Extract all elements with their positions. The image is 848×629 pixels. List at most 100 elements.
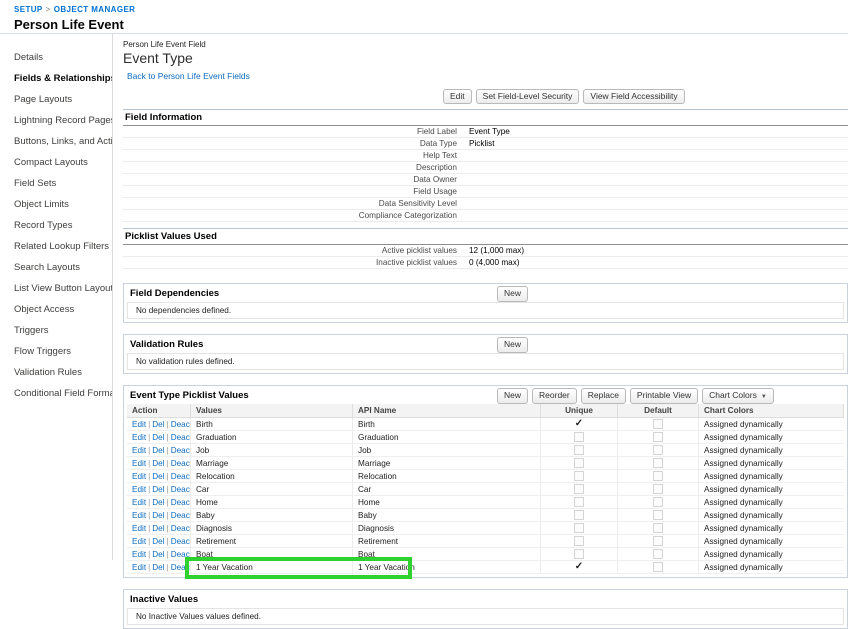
unique-cell: ✓ [541, 418, 618, 430]
edit-link[interactable]: Edit [132, 511, 146, 520]
edit-link[interactable]: Edit [132, 459, 146, 468]
action-separator: | [167, 537, 169, 546]
del-link[interactable]: Del [152, 446, 164, 455]
unique-checkbox [574, 536, 584, 546]
action-cell: Edit|Del|Deactivate [127, 548, 191, 560]
deactivate-link[interactable]: Deactivate [171, 550, 191, 559]
sidebar-item-compact-layouts[interactable]: Compact Layouts [0, 152, 112, 173]
del-link[interactable]: Del [152, 511, 164, 520]
edit-link[interactable]: Edit [132, 524, 146, 533]
edit-button[interactable]: Edit [443, 89, 472, 104]
deactivate-link[interactable]: Deactivate [171, 459, 191, 468]
del-link[interactable]: Del [152, 537, 164, 546]
set-field-level-security-button[interactable]: Set Field-Level Security [476, 89, 580, 104]
sidebar-item-details[interactable]: Details [0, 47, 112, 68]
table-row: Edit|Del|DeactivateDiagnosisDiagnosisAss… [127, 522, 844, 535]
del-link[interactable]: Del [152, 498, 164, 507]
field-dependencies-new-button[interactable]: New [497, 286, 528, 301]
field-info-value: Picklist [469, 138, 494, 149]
sidebar-item-triggers[interactable]: Triggers [0, 320, 112, 341]
edit-link[interactable]: Edit [132, 537, 146, 546]
deactivate-link[interactable]: Deactivate [171, 511, 191, 520]
del-link[interactable]: Del [152, 459, 164, 468]
unique-checkbox [574, 432, 584, 442]
del-link[interactable]: Del [152, 550, 164, 559]
sidebar-item-field-sets[interactable]: Field Sets [0, 173, 112, 194]
sidebar-item-related-lookup-filters[interactable]: Related Lookup Filters [0, 236, 112, 257]
field-dependencies-section: Field Dependencies New No dependencies d… [123, 283, 848, 323]
column-header-chart-colors: Chart Colors [699, 404, 844, 417]
column-header-action: Action [127, 404, 191, 417]
del-link[interactable]: Del [152, 563, 164, 572]
edit-link[interactable]: Edit [132, 433, 146, 442]
validation-rules-header: Validation Rules New [124, 335, 847, 352]
edit-link[interactable]: Edit [132, 498, 146, 507]
table-row: Edit|Del|DeactivateBabyBabyAssigned dyna… [127, 509, 844, 522]
picklist-replace-button[interactable]: Replace [581, 388, 626, 404]
default-cell [618, 522, 699, 534]
validation-rules-new-button[interactable]: New [497, 337, 528, 352]
default-checkbox [653, 445, 663, 455]
sidebar-item-page-layouts[interactable]: Page Layouts [0, 89, 112, 110]
default-cell [618, 418, 699, 430]
picklist-used-label: Active picklist values [123, 245, 469, 256]
api-name-cell: Diagnosis [353, 522, 541, 534]
sidebar-item-object-access[interactable]: Object Access [0, 299, 112, 320]
deactivate-link[interactable]: Deactivate [171, 485, 191, 494]
sidebar-item-lightning-record-pages[interactable]: Lightning Record Pages [0, 110, 112, 131]
breadcrumb-setup[interactable]: SETUP [14, 5, 43, 14]
del-link[interactable]: Del [152, 420, 164, 429]
picklist-reorder-button[interactable]: Reorder [532, 388, 577, 404]
deactivate-link[interactable]: Deactivate [171, 563, 191, 572]
default-cell [618, 535, 699, 547]
chart-colors-cell: Assigned dynamically [699, 509, 844, 521]
deactivate-link[interactable]: Deactivate [171, 524, 191, 533]
field-information-title: Field Information [123, 110, 848, 126]
deactivate-link[interactable]: Deactivate [171, 446, 191, 455]
action-separator: | [148, 563, 150, 572]
deactivate-link[interactable]: Deactivate [171, 498, 191, 507]
edit-link[interactable]: Edit [132, 563, 146, 572]
del-link[interactable]: Del [152, 472, 164, 481]
chart-colors-dropdown-button[interactable]: Chart Colors▼ [702, 388, 774, 404]
value-cell: Marriage [191, 457, 353, 469]
breadcrumb-object-manager[interactable]: OBJECT MANAGER [54, 5, 136, 14]
sidebar-item-list-view-button-layout[interactable]: List View Button Layout [0, 278, 112, 299]
sidebar-item-validation-rules[interactable]: Validation Rules [0, 362, 112, 383]
back-link[interactable]: Back to Person Life Event Fields [127, 71, 250, 81]
edit-link[interactable]: Edit [132, 446, 146, 455]
default-cell [618, 457, 699, 469]
edit-link[interactable]: Edit [132, 472, 146, 481]
field-info-label: Description [123, 162, 469, 173]
field-info-label: Help Text [123, 150, 469, 161]
del-link[interactable]: Del [152, 433, 164, 442]
sidebar-item-record-types[interactable]: Record Types [0, 215, 112, 236]
deactivate-link[interactable]: Deactivate [171, 472, 191, 481]
sidebar-item-buttons-links-and-actions[interactable]: Buttons, Links, and Actions [0, 131, 112, 152]
deactivate-link[interactable]: Deactivate [171, 433, 191, 442]
picklist-new-button[interactable]: New [497, 388, 528, 404]
table-row: Edit|Del|DeactivateJobJobAssigned dynami… [127, 444, 844, 457]
view-field-accessibility-button[interactable]: View Field Accessibility [583, 89, 684, 104]
field-info-value: Event Type [469, 126, 510, 137]
edit-link[interactable]: Edit [132, 550, 146, 559]
del-link[interactable]: Del [152, 524, 164, 533]
deactivate-link[interactable]: Deactivate [171, 420, 191, 429]
sidebar-item-flow-triggers[interactable]: Flow Triggers [0, 341, 112, 362]
chart-colors-cell: Assigned dynamically [699, 431, 844, 443]
del-link[interactable]: Del [152, 485, 164, 494]
deactivate-link[interactable]: Deactivate [171, 537, 191, 546]
sidebar-item-object-limits[interactable]: Object Limits [0, 194, 112, 215]
action-cell: Edit|Del|Deactivate [127, 431, 191, 443]
edit-link[interactable]: Edit [132, 420, 146, 429]
edit-link[interactable]: Edit [132, 485, 146, 494]
action-cell: Edit|Del|Deactivate [127, 522, 191, 534]
sidebar-item-search-layouts[interactable]: Search Layouts [0, 257, 112, 278]
sidebar-item-fields-relationships[interactable]: Fields & Relationships [0, 68, 112, 89]
default-checkbox [653, 523, 663, 533]
picklist-printable-view-button[interactable]: Printable View [630, 388, 698, 404]
action-separator: | [167, 563, 169, 572]
sidebar-item-conditional-field-formatting[interactable]: Conditional Field Formatting [0, 383, 112, 404]
picklist-values-section: Event Type Picklist Values NewReorderRep… [123, 385, 848, 578]
action-cell: Edit|Del|Deactivate [127, 470, 191, 482]
